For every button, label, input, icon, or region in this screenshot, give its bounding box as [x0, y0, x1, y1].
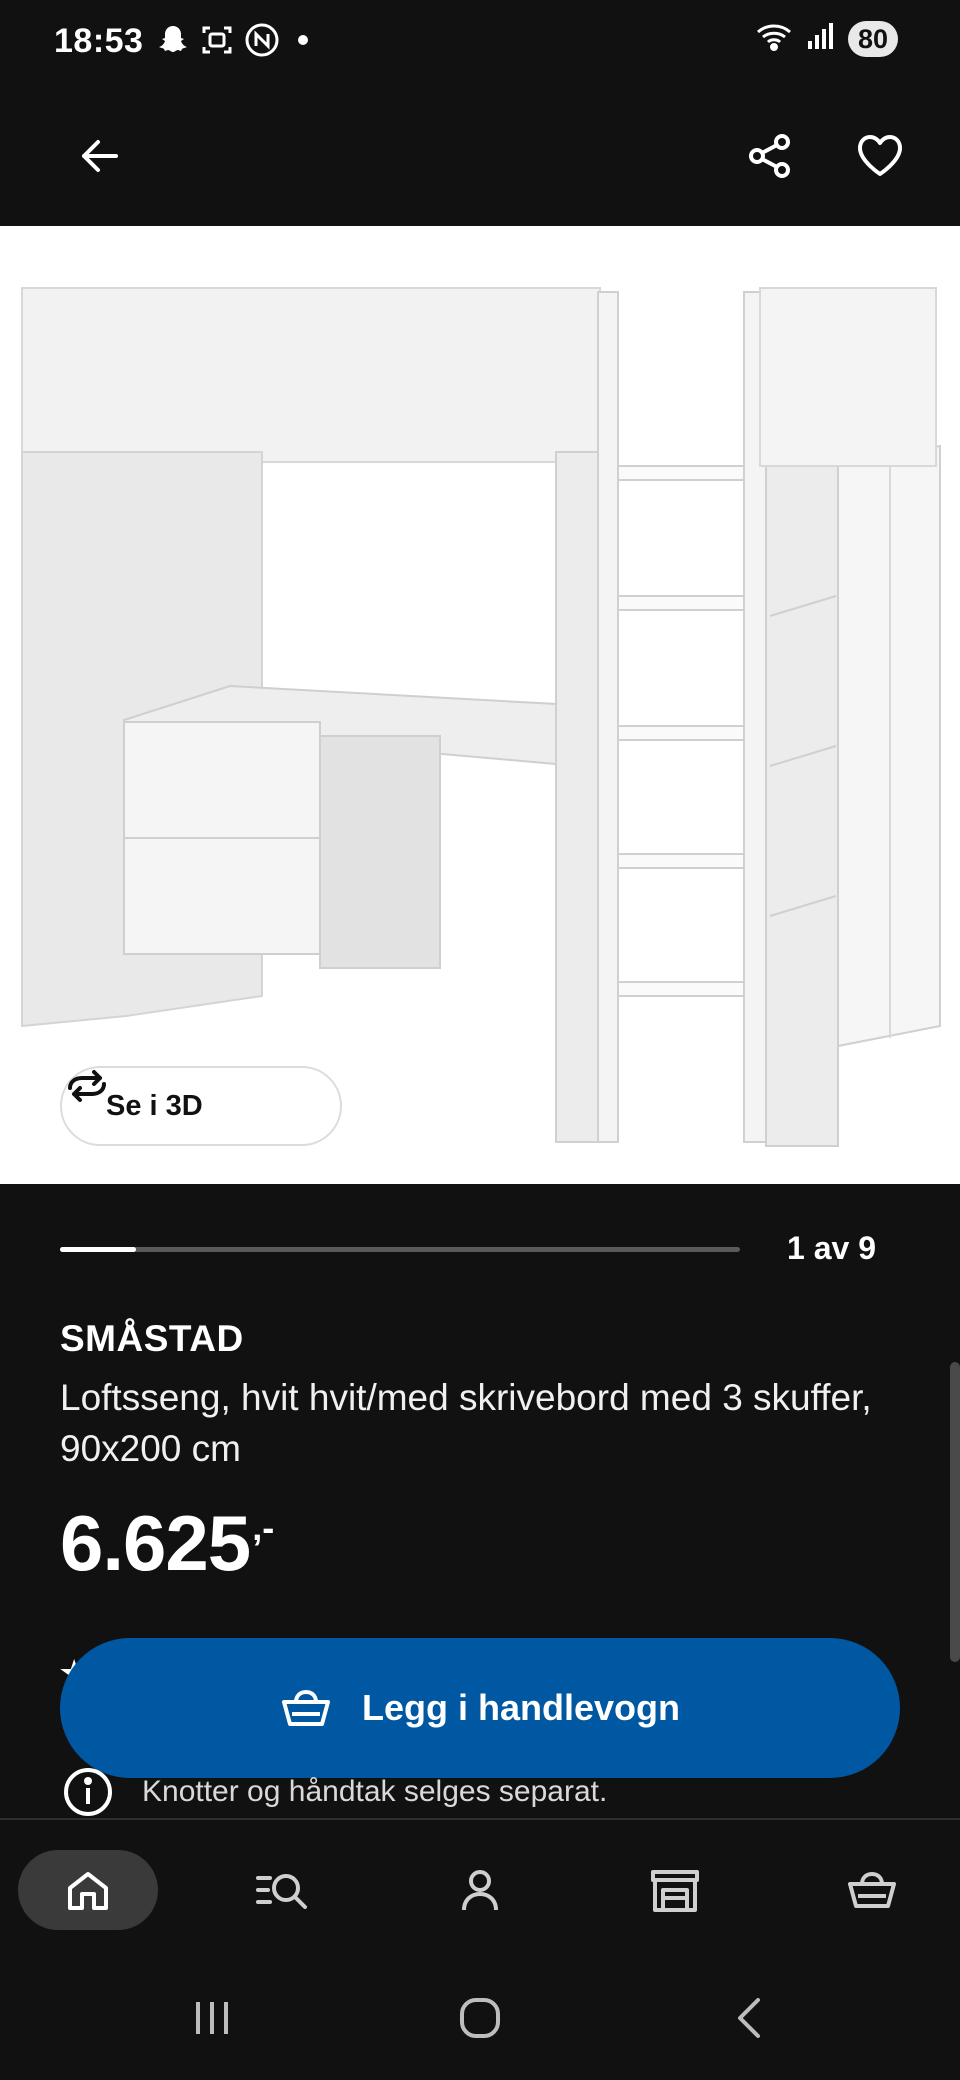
scroll-indicator[interactable] [950, 1362, 960, 1662]
price-main: 6.625 [60, 1499, 251, 1587]
price-suffix: ,- [252, 1507, 275, 1548]
see-in-3d-button[interactable]: Se i 3D [60, 1066, 342, 1146]
nav-cart[interactable] [802, 1850, 942, 1930]
product-price: 6.625 ,- [60, 1498, 274, 1588]
screen-record-icon [200, 23, 234, 57]
progress-fill [60, 1247, 136, 1252]
cart-icon [848, 1872, 896, 1908]
add-to-cart-button[interactable]: Legg i handlevogn [60, 1638, 900, 1778]
status-icons-left [156, 22, 308, 58]
info-note-text: Knotter og håndtak selges separat. [142, 1775, 608, 1808]
system-navigation [0, 1958, 960, 2080]
snapchat-icon [156, 23, 190, 57]
loft-bed-illustration [21, 287, 941, 1147]
signal-icon [806, 21, 836, 56]
battery-indicator: 80 [847, 20, 898, 57]
back-system-button[interactable] [710, 1988, 790, 2048]
nfc-icon [244, 22, 280, 58]
info-note: Knotter og håndtak selges separat. [62, 1766, 607, 1818]
search-list-icon [256, 1874, 307, 1909]
profile-icon [462, 1870, 498, 1911]
recent-apps-icon [196, 2002, 228, 2034]
home-system-button[interactable] [440, 1988, 520, 2048]
heart-icon [858, 135, 902, 176]
bottom-navigation [0, 1818, 960, 1958]
recent-apps-button[interactable] [172, 1988, 252, 2048]
nav-home[interactable] [18, 1850, 158, 1930]
product-image[interactable]: Se i 3D [0, 226, 960, 1184]
share-button[interactable] [730, 116, 810, 196]
back-chevron-icon [738, 1998, 760, 2038]
image-carousel-progress: 1 av 9 [60, 1230, 900, 1274]
wifi-icon [754, 20, 794, 57]
status-bar: 18:53 80 [0, 0, 960, 88]
status-time: 18:53 [54, 22, 144, 60]
nav-search[interactable] [212, 1850, 352, 1930]
home-icon [68, 1872, 108, 1910]
rotate-3d-icon [68, 1070, 106, 1102]
nav-store[interactable] [605, 1850, 745, 1930]
nav-profile[interactable] [410, 1850, 550, 1930]
see-in-3d-label: Se i 3D [106, 1089, 203, 1122]
status-icons-right: 80 [754, 20, 898, 57]
share-icon [749, 134, 790, 178]
back-button[interactable] [60, 116, 140, 196]
product-description: Loftsseng, hvit hvit/med skrivebord med … [60, 1377, 872, 1469]
favorite-button[interactable] [840, 116, 920, 196]
store-icon [651, 1870, 699, 1912]
add-to-cart-label: Legg i handlevogn [361, 1687, 680, 1728]
home-circle-icon [460, 1998, 500, 2038]
page-indicator: 1 av 9 [787, 1230, 876, 1266]
info-icon [64, 1768, 112, 1816]
product-name: SMÅSTAD [60, 1318, 244, 1359]
app-header [0, 88, 960, 226]
progress-track [60, 1247, 740, 1252]
cart-icon [281, 1690, 330, 1726]
notification-dot [298, 35, 308, 45]
back-arrow-icon [82, 140, 118, 172]
